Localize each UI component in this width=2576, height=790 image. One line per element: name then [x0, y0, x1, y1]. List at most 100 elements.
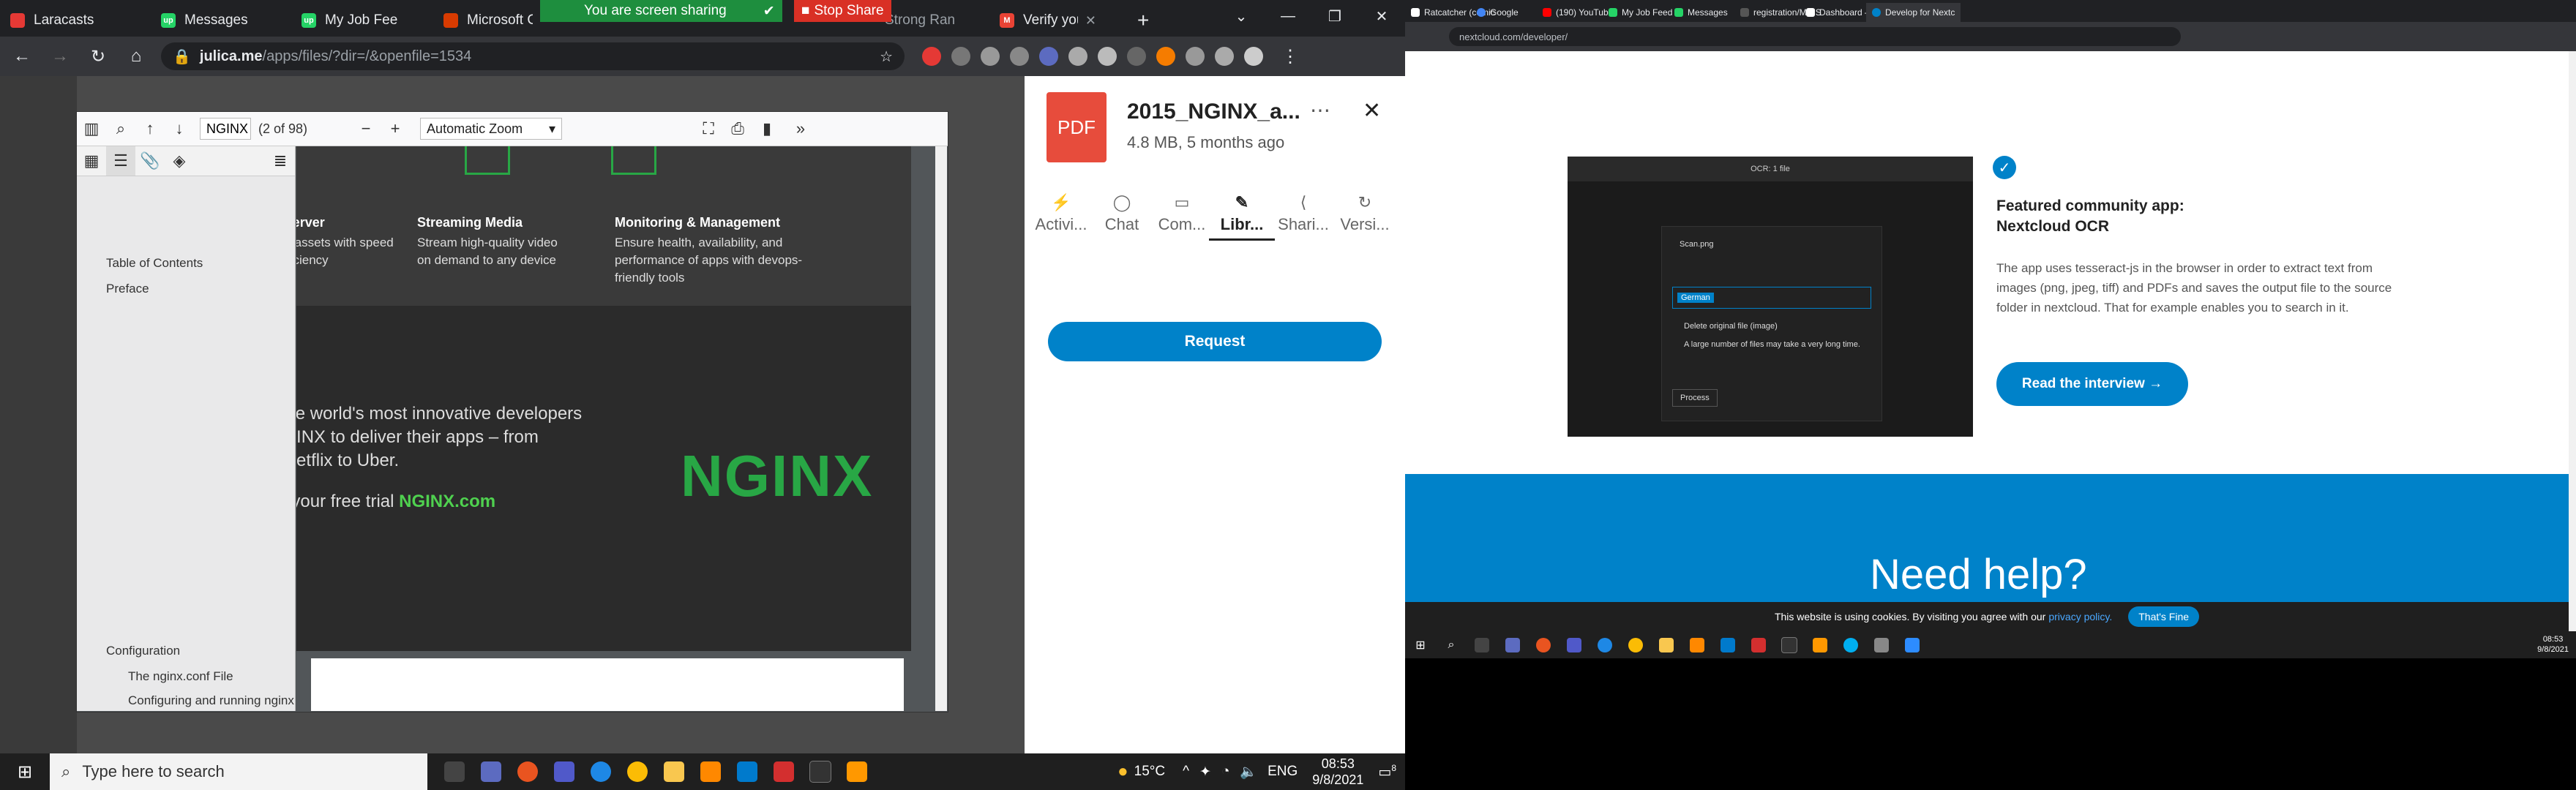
taskbar-app-icon[interactable]	[802, 753, 839, 790]
tab-job-feed[interactable]: up My Job Fee	[291, 4, 427, 37]
chrome-icon[interactable]	[619, 753, 656, 790]
sidebar-toggle-icon[interactable]: ▥	[77, 114, 106, 143]
stop-share-button[interactable]: ■ Stop Share	[794, 0, 891, 22]
tab-comments[interactable]: ▭ Com...	[1149, 193, 1215, 234]
taskbar-app-icon[interactable]	[1497, 631, 1528, 658]
outline-item[interactable]: Configuration	[106, 644, 180, 658]
find-next-icon[interactable]: ↓	[165, 114, 194, 143]
taskbar-app-icon[interactable]	[1590, 631, 1620, 658]
outline-item[interactable]: Table of Contents	[106, 256, 203, 271]
sublime-icon[interactable]	[839, 753, 875, 790]
outline-icon[interactable]: ☰	[106, 146, 135, 176]
privacy-policy-link[interactable]: privacy policy.	[2048, 611, 2112, 622]
nginx-link[interactable]: NGINX.com	[399, 492, 495, 511]
ubuntu-icon[interactable]	[1528, 631, 1559, 658]
expand-outline-icon[interactable]: ≣	[266, 146, 295, 176]
scrollbar[interactable]	[2569, 51, 2576, 631]
tab-laracasts[interactable]: Laracasts	[0, 4, 135, 37]
taskbar-search-input[interactable]: ⌕ Type here to search	[50, 753, 427, 790]
extension-icon[interactable]	[951, 47, 970, 66]
zoom-icon[interactable]	[1897, 631, 1928, 658]
taskbar-app-icon[interactable]	[1774, 631, 1805, 658]
chevron-up-icon[interactable]: ^	[1183, 764, 1189, 780]
bookmark-star-icon[interactable]: ☆	[880, 48, 893, 66]
notification-icon[interactable]: ▭8	[1378, 763, 1396, 780]
zoom-out-icon[interactable]: −	[351, 114, 381, 143]
taskbar-app-icon[interactable]	[1866, 631, 1897, 658]
search-icon[interactable]: ⌕	[1436, 631, 1467, 658]
scrollbar[interactable]	[935, 146, 947, 711]
outline-item[interactable]: The nginx.conf File	[128, 669, 233, 684]
attachments-icon[interactable]: 📎	[135, 146, 165, 176]
skype-icon[interactable]	[1835, 631, 1866, 658]
extension-icon[interactable]	[1186, 47, 1205, 66]
url-input[interactable]: 🔒 julica.me/apps/files/?dir=/&openfile=1…	[161, 42, 905, 70]
taskbar-app-icon[interactable]	[583, 753, 619, 790]
close-icon[interactable]: ✕	[1363, 98, 1381, 124]
vlc-icon[interactable]	[692, 753, 729, 790]
acrobat-icon[interactable]	[1743, 631, 1774, 658]
puzzle-icon[interactable]	[1215, 47, 1234, 66]
outline-item[interactable]: Configuring and running nginx	[128, 693, 294, 708]
minimize-icon[interactable]: —	[1265, 0, 1311, 32]
cookie-accept-button[interactable]: That's Fine	[2128, 606, 2200, 627]
windows-start-icon[interactable]: ⊞	[1405, 631, 1436, 658]
bookmark-icon[interactable]: ▮	[752, 114, 782, 143]
dropbox-icon[interactable]: ✦	[1199, 764, 1211, 780]
read-interview-button[interactable]: Read the interview →	[1996, 362, 2188, 406]
tab-sharing[interactable]: ⟨ Shari...	[1270, 193, 1336, 234]
back-icon[interactable]: ←	[6, 40, 38, 72]
task-view-icon[interactable]	[1467, 631, 1497, 658]
vlc-icon[interactable]	[1682, 631, 1712, 658]
home-icon[interactable]: ⌂	[120, 40, 152, 72]
tab-chat[interactable]: ◯ Chat	[1089, 193, 1155, 234]
request-button[interactable]: Request	[1048, 322, 1382, 361]
tab-messages[interactable]: up Messages	[151, 4, 286, 37]
extension-icon[interactable]	[1010, 47, 1029, 66]
tab-messages[interactable]: Messages	[1669, 3, 1734, 22]
find-previous-icon[interactable]: ↑	[135, 114, 165, 143]
tab-microsoft[interactable]: Microsoft C	[433, 4, 543, 37]
close-window-icon[interactable]: ✕	[1358, 0, 1405, 32]
tab-search-icon[interactable]: ⌄	[1218, 0, 1265, 32]
clock[interactable]: 08:53 9/8/2021	[1312, 756, 1363, 788]
forward-icon[interactable]: →	[44, 40, 76, 72]
tab-activity[interactable]: ⚡ Activi...	[1028, 193, 1094, 234]
layers-icon[interactable]: ◈	[165, 146, 194, 176]
close-tab-icon[interactable]: ✕	[1085, 13, 1096, 29]
chrome-icon[interactable]	[1620, 631, 1651, 658]
print-icon[interactable]: ⎙	[723, 114, 752, 143]
task-view-icon[interactable]	[436, 753, 473, 790]
extension-icon[interactable]	[1098, 47, 1117, 66]
acrobat-icon[interactable]	[765, 753, 802, 790]
tab-versions[interactable]: ↻ Versi...	[1332, 193, 1398, 234]
presentation-icon[interactable]: ⛶	[694, 114, 723, 143]
avatar[interactable]	[1244, 47, 1263, 66]
search-icon[interactable]: ⌕	[106, 114, 135, 143]
tab-libresign[interactable]: ✎ Libr...	[1209, 193, 1275, 241]
tab-job-feed[interactable]: My Job Feed	[1603, 3, 1678, 22]
network-icon[interactable]: ◔	[1221, 764, 1229, 780]
new-tab-button[interactable]: +	[1127, 4, 1164, 37]
taskbar-app-icon[interactable]	[473, 753, 509, 790]
tab-verify[interactable]: M Verify your ✕	[989, 4, 1107, 37]
vscode-icon[interactable]	[1712, 631, 1743, 658]
more-options-icon[interactable]: ⋯	[1310, 98, 1330, 122]
extension-icon[interactable]	[1068, 47, 1087, 66]
reload-icon[interactable]: ↻	[82, 40, 114, 72]
outline-item[interactable]: Preface	[106, 282, 149, 296]
teams-icon[interactable]	[546, 753, 583, 790]
menu-dots-icon[interactable]: ⋮	[1274, 40, 1306, 72]
sublime-icon[interactable]	[1805, 631, 1835, 658]
windows-start-icon[interactable]: ⊞	[0, 753, 50, 790]
extension-icon[interactable]	[981, 47, 1000, 66]
tab-google[interactable]: Google	[1471, 3, 1524, 22]
file-explorer-icon[interactable]	[656, 753, 692, 790]
clock[interactable]: 08:53 9/8/2021	[2537, 634, 2569, 655]
extension-icon[interactable]	[922, 47, 941, 66]
file-explorer-icon[interactable]	[1651, 631, 1682, 658]
extension-icon[interactable]	[1039, 47, 1058, 66]
url-input[interactable]: nextcloud.com/developer/	[1449, 27, 2181, 46]
extension-icon[interactable]	[1127, 47, 1146, 66]
vscode-icon[interactable]	[729, 753, 765, 790]
